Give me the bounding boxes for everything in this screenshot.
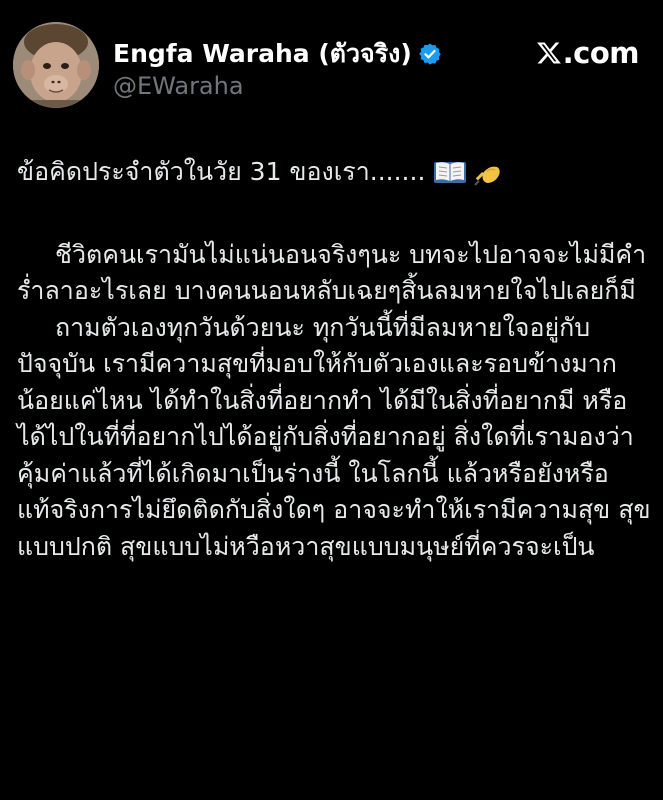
author-handle[interactable]: @EWaraha (113, 72, 244, 100)
x-com-brand: .com (536, 36, 640, 70)
display-name[interactable]: Engfa Waraha (ตัวจริง) (113, 34, 412, 74)
monkey-avatar-icon (13, 22, 99, 108)
tweet-paragraph-1: ชีวิตคนเรามันไม่แน่นอนจริงๆนะ บทจะไปอาจจ… (17, 239, 647, 306)
writing-hand-icon (474, 166, 501, 186)
tweet-body: ข้อคิดประจำตัวในวัย 31 ของเรา....... ชีว… (17, 154, 653, 565)
tweet-intro-text: ข้อคิดประจำตัวในวัย 31 ของเรา....... (17, 157, 426, 186)
open-book-icon (434, 162, 467, 184)
tweet-intro-line: ข้อคิดประจำตัวในวัย 31 ของเรา....... (17, 154, 653, 191)
verified-badge-icon (418, 43, 441, 65)
site-domain-label: .com (562, 36, 640, 70)
avatar[interactable] (13, 22, 99, 108)
x-logo-icon (536, 42, 561, 64)
author-name-row: Engfa Waraha (ตัวจริง) (113, 34, 442, 74)
tweet-paragraph-2: ถามตัวเองทุกวันด้วยนะ ทุกวันนี้ที่มีลมหา… (17, 312, 651, 561)
tweet-header: Engfa Waraha (ตัวจริง) @EWaraha .com (0, 0, 663, 120)
